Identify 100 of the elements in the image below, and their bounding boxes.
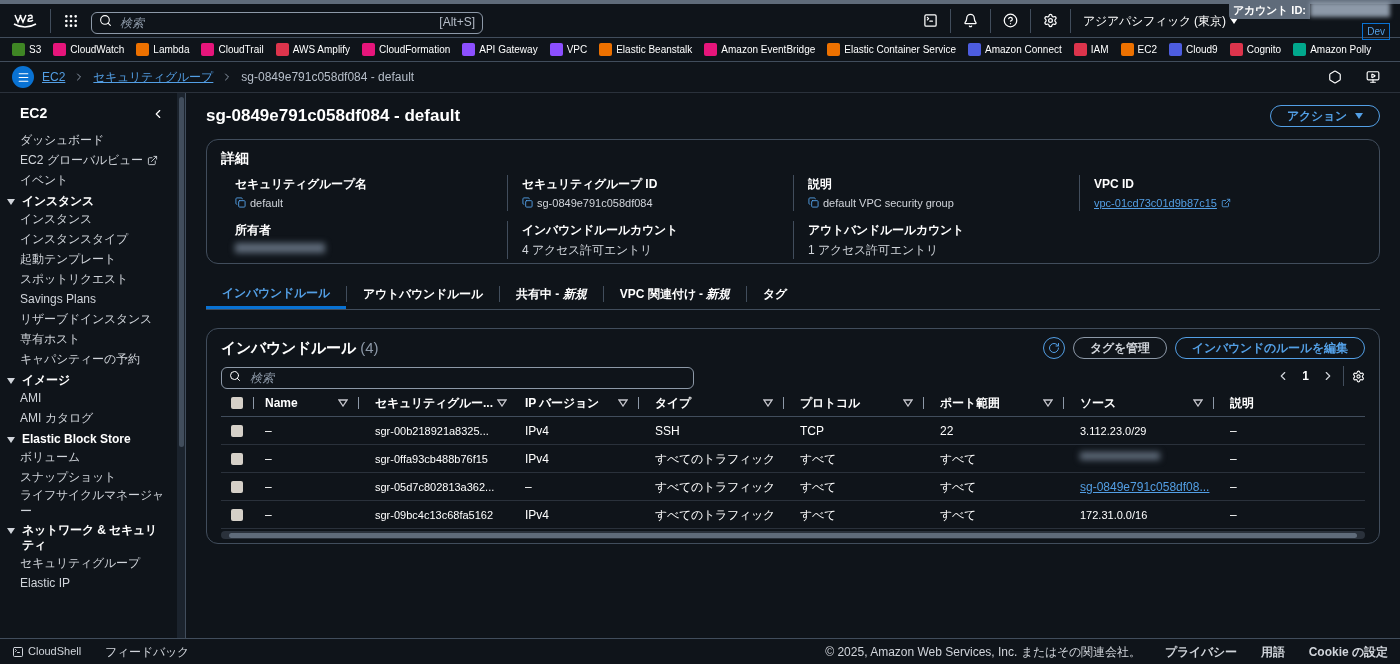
account-badge[interactable]: Dev <box>1362 22 1390 40</box>
column-header[interactable]: Name <box>265 393 334 412</box>
sort-icon[interactable] <box>763 398 773 407</box>
tab[interactable]: 共有中 - 新規 <box>500 279 603 309</box>
favorite-service[interactable]: VPC <box>549 42 588 57</box>
column-header[interactable]: 説明 <box>1230 393 1334 412</box>
copy-icon[interactable] <box>522 197 533 209</box>
sidebar-section-title[interactable]: インスタンス <box>22 194 162 209</box>
breadcrumb-link[interactable]: セキュリティグループ <box>93 68 214 86</box>
shortcut-hint: [Alt+S] <box>439 13 475 31</box>
favorite-service[interactable]: S3 <box>12 42 42 57</box>
settings-icon[interactable] <box>1352 369 1365 383</box>
sidebar-link[interactable]: ボリューム <box>20 449 80 465</box>
favorite-service[interactable]: Amazon Connect <box>968 42 1062 57</box>
sidebar-link[interactable]: キャパシティーの予約 <box>20 351 140 367</box>
tab[interactable]: アウトバウンドルール <box>347 279 499 309</box>
sidebar-link[interactable]: インスタンス <box>20 211 92 227</box>
column-header[interactable]: ソース <box>1080 393 1189 412</box>
notifications-icon[interactable] <box>962 13 978 28</box>
favorite-service[interactable]: AWS Amplify <box>275 42 351 57</box>
column-header[interactable]: タイプ <box>655 393 759 412</box>
sort-icon[interactable] <box>338 398 348 407</box>
table-cell: すべてのトラフィック <box>655 451 775 466</box>
favorite-service[interactable]: Elastic Container Service <box>827 42 956 57</box>
settings-icon[interactable] <box>1042 13 1058 28</box>
vpc-link[interactable]: vpc-01cd73c01d9b87c15 <box>1094 194 1217 211</box>
sidebar-link[interactable]: AMI <box>20 390 42 406</box>
footer-link[interactable]: 用語 <box>1260 642 1285 661</box>
column-header[interactable]: セキュリティグルー... <box>375 393 493 412</box>
sidebar-link[interactable]: リザーブドインスタンス <box>20 311 152 327</box>
tab[interactable]: タグ <box>747 279 804 309</box>
source-link[interactable]: sg-0849e791c058df08... <box>1080 479 1210 494</box>
sidebar-link[interactable]: Elastic IP <box>20 575 70 591</box>
field-label: 所有者 <box>235 222 272 239</box>
page-number[interactable]: 1 <box>1298 367 1313 385</box>
column-header[interactable]: ポート範囲 <box>940 393 1039 412</box>
footer-link[interactable]: Cookie の設定 <box>1308 642 1388 661</box>
copy-icon[interactable] <box>235 197 246 209</box>
sort-icon[interactable] <box>1193 398 1203 407</box>
caret-icon[interactable] <box>6 435 16 445</box>
favorite-service[interactable]: Elastic Beanstalk <box>599 42 693 57</box>
favorite-service[interactable]: IAM <box>1073 42 1109 57</box>
menu-button[interactable] <box>12 66 34 88</box>
row-checkbox[interactable] <box>231 508 243 521</box>
table-cell: – <box>265 507 272 522</box>
sidebar-link[interactable]: 専有ホスト <box>20 331 80 347</box>
caret-icon[interactable] <box>6 197 16 207</box>
favorite-service[interactable]: Lambda <box>136 42 190 57</box>
sidebar-section-title[interactable]: ネットワーク & セキュリティ <box>22 523 162 553</box>
field-value: 4 アクセス許可エントリ <box>522 242 653 259</box>
sidebar-link[interactable]: ダッシュボード <box>20 131 104 149</box>
terminal-icon[interactable] <box>12 645 24 658</box>
favorite-service[interactable]: CloudFormation <box>362 42 451 57</box>
copy-icon[interactable] <box>808 197 819 209</box>
sidebar-link[interactable]: セキュリティグループ <box>20 555 140 571</box>
favorite-service[interactable]: CloudTrail <box>201 42 264 57</box>
favorite-service[interactable]: Amazon Polly <box>1293 42 1372 57</box>
column-header[interactable]: プロトコル <box>800 393 899 412</box>
feedback-link[interactable]: フィードバック <box>105 642 190 661</box>
sidebar-section-title[interactable]: Elastic Block Store <box>22 432 162 447</box>
favorite-service[interactable]: Amazon EventBridge <box>704 42 816 57</box>
table-cell: すべて <box>940 479 976 494</box>
sidebar-link[interactable]: AMI カタログ <box>20 410 93 426</box>
monitor-icon[interactable] <box>1366 70 1380 84</box>
sort-icon[interactable] <box>1043 398 1053 407</box>
tab[interactable]: インバウンドルール <box>206 279 346 309</box>
row-checkbox[interactable] <box>231 452 243 465</box>
sort-icon[interactable] <box>497 398 507 407</box>
caret-icon[interactable] <box>6 376 16 386</box>
sidebar-link[interactable]: 起動テンプレート <box>20 251 116 267</box>
breadcrumb-link[interactable]: EC2 <box>42 68 66 86</box>
apps-grid-icon[interactable] <box>63 12 79 29</box>
sidebar-section-title[interactable]: イメージ <box>22 373 162 388</box>
help-icon[interactable] <box>1002 13 1018 28</box>
sidebar-link[interactable]: インスタンスタイプ <box>20 231 128 247</box>
sidebar-link[interactable]: スナップショット <box>20 469 116 485</box>
tab[interactable]: VPC 関連付け - 新規 <box>603 279 747 309</box>
sidebar-link[interactable]: スポットリクエスト <box>20 271 128 287</box>
favorite-service[interactable]: CloudWatch <box>53 42 125 57</box>
column-header[interactable]: IP バージョン <box>525 393 614 412</box>
sidebar-link[interactable]: イベント <box>20 171 68 189</box>
table-search-field[interactable]: 検索 <box>221 367 694 389</box>
sort-icon[interactable] <box>618 398 628 407</box>
hexagon-icon[interactable] <box>1328 70 1342 84</box>
sidebar-link[interactable]: ライフサイクルマネージャー <box>20 487 173 519</box>
row-checkbox[interactable] <box>231 480 243 493</box>
favorite-service[interactable]: Cognito <box>1229 42 1282 57</box>
field-value: 1 アクセス許可エントリ <box>808 242 939 259</box>
select-all-checkbox[interactable] <box>231 396 243 409</box>
caret-icon[interactable] <box>6 526 16 536</box>
row-checkbox[interactable] <box>231 424 243 437</box>
sidebar-link[interactable]: Savings Plans <box>20 291 97 307</box>
footer-link[interactable]: プライバシー <box>1164 642 1237 661</box>
sort-icon[interactable] <box>903 398 913 407</box>
cloudshell-link[interactable]: CloudShell <box>28 643 82 660</box>
favorite-service[interactable]: EC2 <box>1120 42 1157 57</box>
sidebar-link[interactable]: EC2 グローバルビュー <box>20 151 143 169</box>
field-value: default VPC security group <box>823 195 954 211</box>
favorite-service[interactable]: Cloud9 <box>1168 42 1218 57</box>
favorite-service[interactable]: API Gateway <box>462 42 538 57</box>
